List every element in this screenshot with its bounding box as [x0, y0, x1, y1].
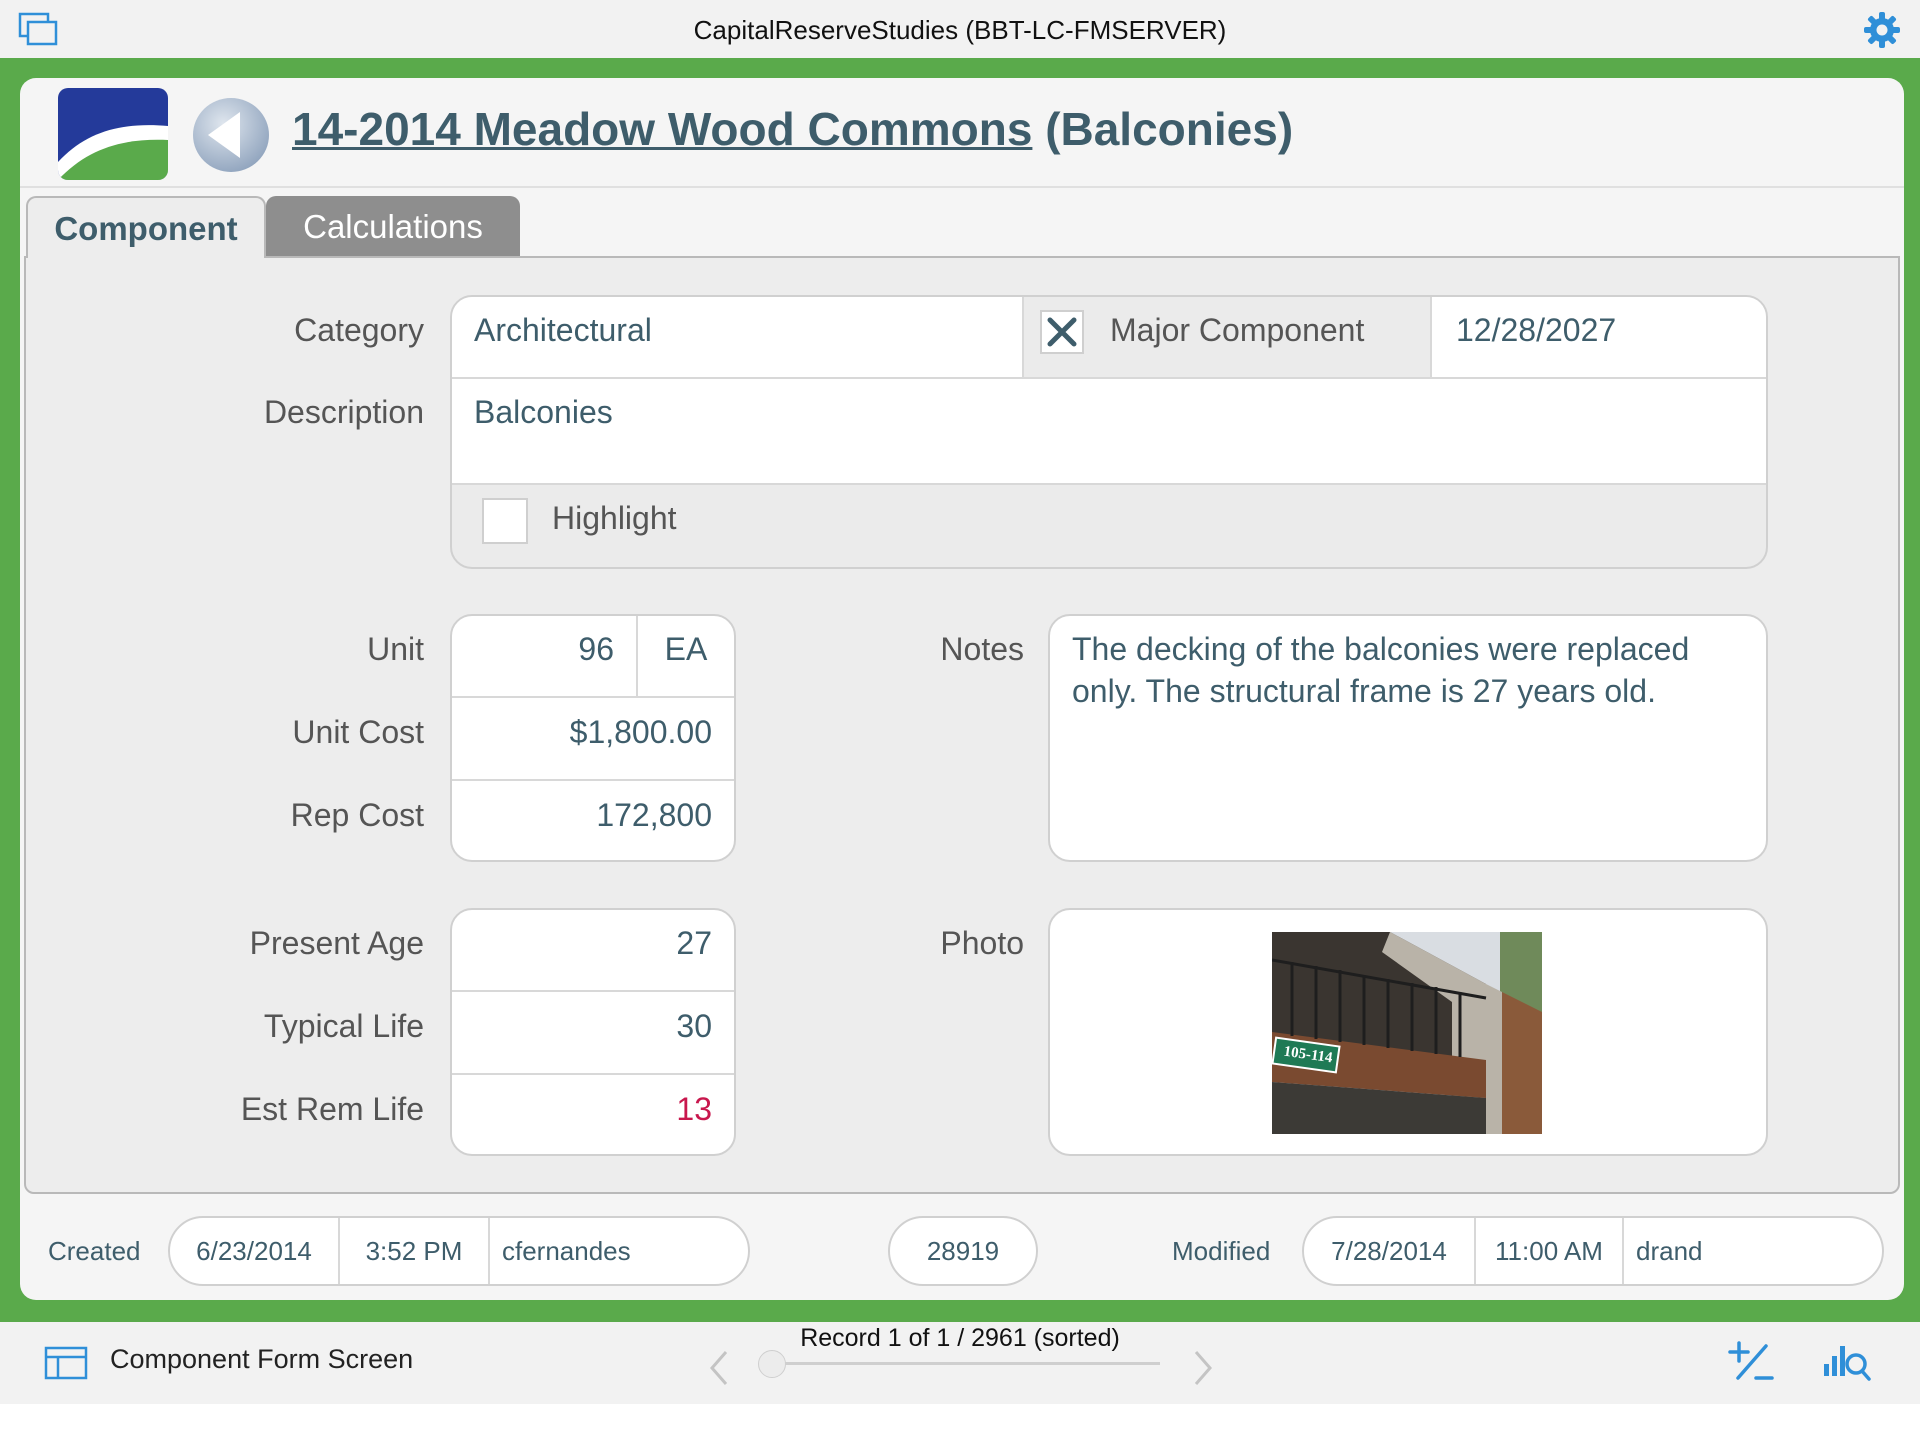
- divider: [452, 696, 734, 698]
- app-title: CapitalReserveStudies (BBT-LC-FMSERVER): [693, 15, 1227, 45]
- modified-time: 11:00 AM: [1495, 1236, 1603, 1266]
- divider: [1022, 297, 1024, 377]
- record-title: 14-2014 Meadow Wood Commons (Balconies): [292, 102, 1792, 172]
- divider: [452, 779, 734, 781]
- back-arrow-icon: [193, 98, 269, 172]
- major-component-label: Major Component: [1110, 312, 1365, 348]
- unit-measure[interactable]: EA: [638, 631, 734, 668]
- present-age-value[interactable]: 27: [452, 925, 712, 962]
- est-rem-life-label: Est Rem Life: [240, 1091, 424, 1127]
- header-divider: [20, 186, 1904, 188]
- settings-icon[interactable]: [1862, 10, 1902, 50]
- created-time: 3:52 PM: [365, 1236, 463, 1266]
- layout-name[interactable]: Component Form Screen: [110, 1344, 413, 1375]
- component-photo: 105-114: [1272, 932, 1542, 1134]
- chevron-right-icon: [1194, 1351, 1212, 1385]
- created-date: 6/23/2014: [196, 1236, 312, 1266]
- modified-date: 7/28/2014: [1331, 1236, 1447, 1266]
- divider: [488, 1218, 490, 1284]
- highlight-label: Highlight: [552, 500, 677, 536]
- notes-value: The decking of the balconies were replac…: [1072, 631, 1690, 709]
- rep-cost-value: 172,800: [596, 797, 712, 833]
- highlight-checkbox[interactable]: [482, 498, 528, 544]
- unit-quantity[interactable]: 96: [452, 631, 614, 668]
- layout-icon[interactable]: [44, 1346, 88, 1380]
- tab-calculations[interactable]: Calculations: [266, 196, 520, 258]
- rep-cost-label: Rep Cost: [290, 797, 424, 833]
- component-name: (Balconies): [1045, 103, 1294, 155]
- divider: [452, 483, 1766, 485]
- unit-cost-label: Unit Cost: [292, 714, 424, 750]
- modified-label: Modified: [1172, 1236, 1271, 1266]
- tab-component[interactable]: Component: [26, 196, 266, 258]
- divider: [452, 1073, 734, 1075]
- created-label: Created: [48, 1236, 141, 1266]
- windows-icon[interactable]: [18, 12, 62, 48]
- description-field[interactable]: [452, 379, 1766, 483]
- category-value: Architectural: [474, 312, 652, 348]
- description-label: Description: [263, 394, 424, 430]
- major-component-checkbox[interactable]: [1040, 310, 1084, 354]
- previous-record-button[interactable]: [704, 1348, 734, 1388]
- record-slider-track[interactable]: [762, 1362, 1160, 1365]
- record-id: 28919: [926, 1236, 1000, 1266]
- back-button[interactable]: [190, 96, 272, 174]
- present-age-label: Present Age: [249, 925, 424, 961]
- new-record-icon[interactable]: [1726, 1340, 1776, 1384]
- description-value: Balconies: [474, 394, 613, 430]
- modified-by: drand: [1636, 1236, 1703, 1266]
- divider: [452, 990, 734, 992]
- typical-life-value[interactable]: 30: [452, 1008, 712, 1045]
- unit-cost-value[interactable]: $1,800.00: [452, 714, 712, 751]
- unit-label: Unit: [367, 631, 424, 667]
- project-link[interactable]: 14-2014 Meadow Wood Commons: [292, 103, 1032, 155]
- chevron-left-icon: [710, 1351, 728, 1385]
- category-label: Category: [294, 312, 424, 348]
- divider: [1430, 297, 1432, 377]
- notes-label: Notes: [940, 631, 1024, 667]
- typical-life-label: Typical Life: [263, 1008, 424, 1044]
- record-info: Record 1 of 1 / 2961 (sorted): [800, 1324, 1120, 1352]
- photo-label: Photo: [940, 925, 1024, 961]
- next-record-button[interactable]: [1188, 1348, 1218, 1388]
- find-icon[interactable]: [1822, 1340, 1872, 1384]
- major-component-date[interactable]: 12/28/2027: [1456, 312, 1616, 349]
- est-rem-life-value: 13: [676, 1091, 712, 1127]
- record-slider-handle[interactable]: [758, 1350, 786, 1378]
- divider: [1622, 1218, 1624, 1284]
- checkmark-x-icon: [1047, 317, 1077, 347]
- created-by: cfernandes: [502, 1236, 631, 1266]
- company-logo: [58, 88, 168, 180]
